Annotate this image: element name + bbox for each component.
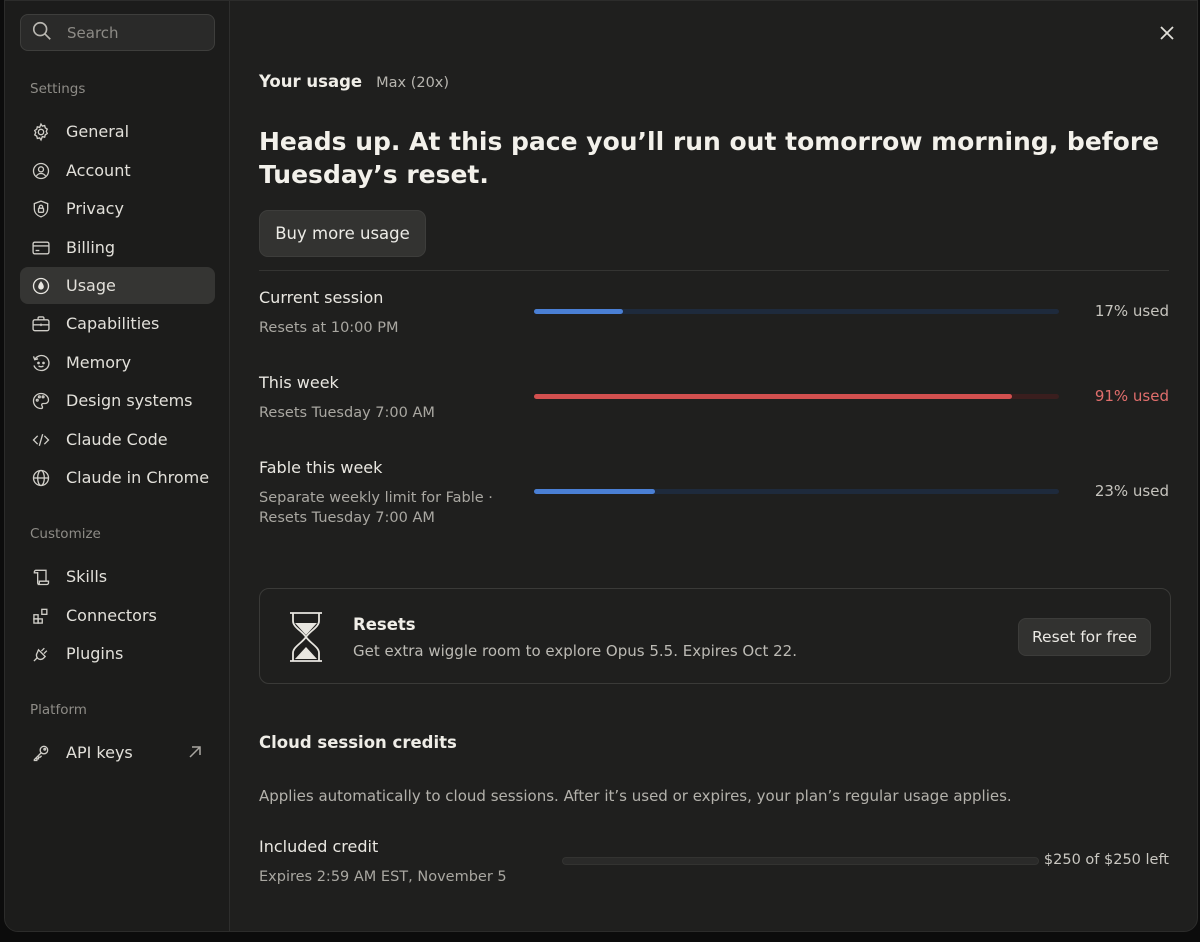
usage-row-subtitle: Separate weekly limit for Fable · — [259, 490, 493, 506]
sidebar-item-label: Capabilities — [66, 314, 160, 333]
usage-progress-bar — [534, 489, 1059, 494]
usage-row-subtitle: Resets Tuesday 7:00 AM — [259, 405, 435, 421]
buy-more-usage-button[interactable]: Buy more usage — [259, 210, 426, 257]
search-box[interactable] — [20, 14, 215, 51]
sidebar-item-label: Connectors — [66, 606, 157, 625]
included-credit-title: Included credit — [259, 837, 379, 856]
sidebar-item-label: Billing — [66, 238, 116, 257]
usage-progress-bar — [534, 394, 1059, 399]
usage-header: Your usage Max (20x) — [259, 72, 449, 91]
cloud-credits-title: Cloud session credits — [259, 733, 457, 752]
close-icon[interactable] — [1157, 23, 1177, 43]
sidebar-item-label: Memory — [66, 353, 132, 372]
divider — [259, 270, 1169, 271]
sidebar-item-connectors[interactable]: Connectors — [20, 597, 215, 634]
code-icon — [30, 429, 52, 451]
usage-percent: 17% used — [1094, 302, 1169, 320]
gauge-icon — [30, 275, 52, 297]
memory-icon — [30, 352, 52, 374]
sidebar-item-label: Claude Code — [66, 430, 168, 449]
sidebar: Settings General Account Privacy Billing… — [5, 1, 230, 931]
sidebar-item-design-systems[interactable]: Design systems — [20, 382, 215, 419]
sidebar-item-claude-code[interactable]: Claude Code — [20, 421, 215, 458]
sidebar-item-claude-in-chrome[interactable]: Claude in Chrome — [20, 459, 215, 496]
user-circle-icon — [30, 160, 52, 182]
sidebar-item-privacy[interactable]: Privacy — [20, 190, 215, 227]
section-label-customize: Customize — [30, 526, 101, 542]
sidebar-item-usage[interactable]: Usage — [20, 267, 215, 304]
resets-card: Resets Get extra wiggle room to explore … — [259, 588, 1171, 684]
sidebar-item-label: Plugins — [66, 644, 124, 663]
usage-row-title: Current session — [259, 288, 384, 307]
usage-row-subtitle-2: Resets Tuesday 7:00 AM — [259, 510, 435, 526]
sidebar-item-billing[interactable]: Billing — [20, 229, 215, 266]
usage-progress-fill — [534, 309, 624, 314]
sidebar-item-label: Skills — [66, 567, 108, 586]
search-icon — [31, 20, 53, 46]
credit-remaining: $250 of $250 left — [1043, 852, 1169, 868]
sidebar-item-account[interactable]: Account — [20, 152, 215, 189]
included-credit-subtitle: Expires 2:59 AM EST, November 5 — [259, 869, 507, 885]
reset-for-free-button[interactable]: Reset for free — [1018, 618, 1151, 656]
sidebar-item-skills[interactable]: Skills — [20, 558, 215, 595]
sidebar-item-label: Design systems — [66, 391, 193, 410]
hourglass-icon — [290, 612, 322, 662]
sidebar-item-label: Claude in Chrome — [66, 468, 210, 487]
usage-percent: 91% used — [1094, 387, 1169, 405]
usage-row-title: Fable this week — [259, 458, 383, 477]
sidebar-item-plugins[interactable]: Plugins — [20, 635, 215, 672]
arrow-up-right-icon — [189, 746, 201, 758]
sidebar-item-api-keys[interactable]: API keys — [20, 734, 215, 771]
plan-badge: Max (20x) — [376, 75, 450, 91]
scroll-icon — [30, 566, 52, 588]
toolbox-icon — [30, 313, 52, 335]
usage-progress-fill — [534, 394, 1012, 399]
search-input[interactable] — [67, 23, 197, 42]
usage-percent: 23% used — [1094, 482, 1169, 500]
usage-progress-bar — [534, 309, 1059, 314]
usage-progress-fill — [534, 489, 655, 494]
globe-icon — [30, 467, 52, 489]
key-icon — [30, 742, 52, 764]
page-title: Your usage — [259, 72, 363, 91]
palette-icon — [30, 390, 52, 412]
gear-icon — [30, 121, 52, 143]
sidebar-item-capabilities[interactable]: Capabilities — [20, 305, 215, 342]
headsup-message: Heads up. At this pace you’ll run out to… — [259, 127, 1160, 189]
resets-title: Resets — [353, 615, 416, 634]
credit-progress-bar — [562, 857, 1039, 865]
cloud-credits-description: Applies automatically to cloud sessions.… — [259, 787, 1012, 805]
resets-description: Get extra wiggle room to explore Opus 5.… — [353, 642, 797, 660]
usage-row-title: This week — [259, 373, 339, 392]
usage-row-subtitle: Resets at 10:00 PM — [259, 320, 399, 336]
sidebar-item-label: Account — [66, 161, 131, 180]
sidebar-item-label: API keys — [66, 743, 133, 762]
sidebar-item-memory[interactable]: Memory — [20, 344, 215, 381]
section-label-settings: Settings — [30, 81, 86, 97]
sidebar-item-label: Privacy — [66, 199, 124, 218]
credit-card-icon — [30, 237, 52, 259]
main-panel: Your usage Max (20x) Heads up. At this p… — [231, 1, 1197, 931]
blocks-icon — [30, 605, 52, 627]
sidebar-item-label: General — [66, 122, 130, 141]
plug-icon — [30, 643, 52, 665]
sidebar-item-label: Usage — [66, 276, 116, 295]
section-label-platform: Platform — [30, 702, 87, 718]
shield-lock-icon — [30, 198, 52, 220]
sidebar-item-general[interactable]: General — [20, 113, 215, 150]
settings-window: Settings General Account Privacy Billing… — [4, 0, 1198, 932]
